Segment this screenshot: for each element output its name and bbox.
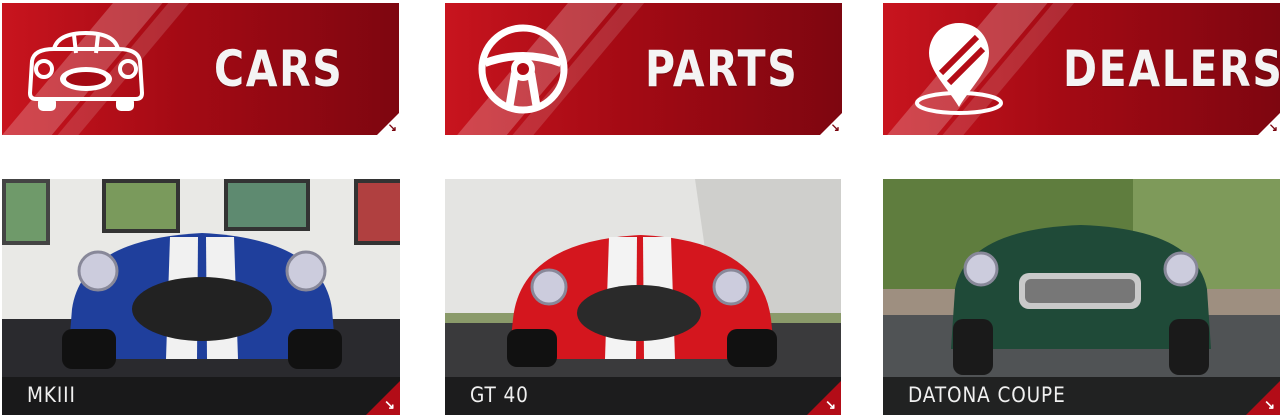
arrow-down-right-icon: ↘ [830, 122, 840, 134]
arrow-down-right-icon: ↘ [1268, 122, 1278, 134]
car-card-mkiii[interactable]: MKIII ↘ [2, 179, 400, 415]
banner-label: PARTS [645, 40, 799, 98]
card-caption: GT 40 [445, 377, 841, 415]
car-card-gt40[interactable]: GT 40 ↘ [445, 179, 841, 415]
card-caption: DATONA COUPE [883, 377, 1280, 415]
car-card-datona-coupe[interactable]: DATONA COUPE ↘ [883, 179, 1280, 415]
arrow-down-right-icon: ↘ [825, 397, 836, 412]
category-banner-cars[interactable]: CARS ↘ [2, 3, 399, 135]
map-pin-icon [911, 17, 1007, 126]
card-title: DATONA COUPE [908, 383, 1066, 407]
banner-label: DEALERS [1063, 40, 1280, 98]
category-banner-parts[interactable]: PARTS ↘ [445, 3, 842, 135]
arrow-down-right-icon: ↘ [384, 397, 395, 412]
card-caption: MKIII [2, 377, 400, 415]
arrow-down-right-icon: ↘ [387, 122, 397, 134]
card-title: GT 40 [470, 383, 529, 407]
steering-wheel-icon [475, 21, 571, 122]
roadster-car-icon [24, 27, 148, 116]
banner-label: CARS [214, 40, 344, 98]
card-title: MKIII [27, 383, 76, 407]
arrow-down-right-icon: ↘ [1264, 397, 1275, 412]
category-banner-dealers[interactable]: DEALERS ↘ [883, 3, 1280, 135]
